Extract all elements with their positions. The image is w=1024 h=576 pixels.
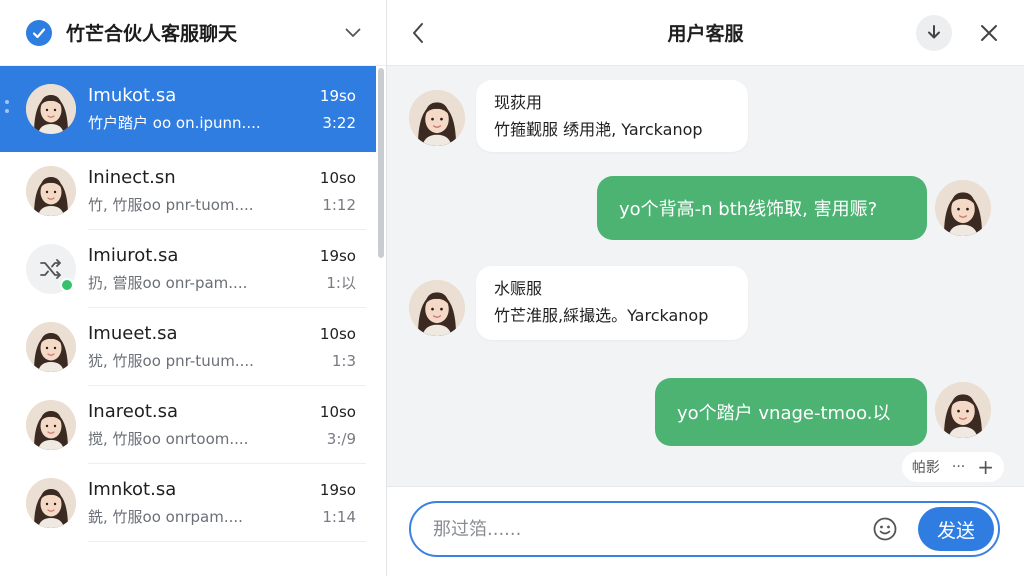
agent-avatar: [409, 280, 465, 336]
avatar: [26, 84, 76, 134]
contact-name: Imnkot.sa: [88, 479, 177, 500]
user-avatar: [935, 180, 991, 236]
conversation-text: Inareot.sa 搅, 竹服oo onrtoom....: [88, 400, 304, 450]
download-icon[interactable]: [916, 15, 952, 51]
message-text: 竹芒淮服,綵撮选。Yarckanop: [494, 306, 709, 325]
agent-avatar: [409, 90, 465, 146]
add-icon[interactable]: +: [977, 455, 994, 479]
conversation-item[interactable]: Ininect.sn 竹, 竹服oo pnr-tuom.... 10so 1:12: [0, 152, 376, 230]
timestamp: 10so: [319, 169, 356, 187]
conversation-item[interactable]: Imukot.sa 竹户踏户 oo on.ipunn.... 19so 3:22: [0, 66, 376, 152]
drag-handle-icon: [5, 100, 9, 120]
scrollbar-thumb[interactable]: [378, 68, 384, 258]
timestamp: 19so: [319, 481, 356, 499]
chevron-down-icon[interactable]: [342, 22, 364, 44]
composer: 发送: [409, 501, 1000, 557]
message-text: yo个踏户 vnage-tmoo.以: [677, 403, 891, 424]
message-preview: 竹, 竹服oo pnr-tuom....: [88, 196, 254, 214]
sub-time: 3:/9: [326, 430, 356, 448]
conversation-meta: 10so 1:3: [304, 322, 356, 372]
conversation-text: Imukot.sa 竹户踏户 oo on.ipunn....: [88, 84, 304, 134]
emoji-icon[interactable]: [872, 516, 898, 542]
timestamp: 10so: [319, 325, 356, 343]
message-preview: 搅, 竹服oo onrtoom....: [88, 430, 249, 448]
message-bubble-outgoing: yo个背高‐n bth线饰取, 害用赈?: [597, 176, 927, 240]
avatar: [26, 400, 76, 450]
sub-time: 1:以: [326, 274, 356, 292]
conversation-meta: 19so 3:22: [304, 84, 356, 134]
conversation-sidebar: 竹芒合伙人客服聊天 Imukot.sa 竹户踏户 oo on.ipunn.... 1…: [0, 0, 387, 576]
sub-time: 1:3: [331, 352, 356, 370]
sub-time: 1:12: [322, 196, 356, 214]
conversation-meta: 19so 1:以: [304, 244, 356, 294]
message-bubble-incoming: 现荻用 竹箍觐服 绣用滟, Yarckanop: [476, 80, 748, 152]
message-title: 现荻用: [494, 93, 543, 112]
message-title: 水赈服: [494, 279, 543, 298]
divider: [88, 541, 366, 542]
timestamp: 19so: [319, 247, 356, 265]
chat-app: 竹芒合伙人客服聊天 Imukot.sa 竹户踏户 oo on.ipunn.... 1…: [0, 0, 1024, 576]
conversation-meta: 10so 3:/9: [304, 400, 356, 450]
back-icon[interactable]: [405, 20, 431, 46]
message-preview: 銑, 竹服oo onrpam....: [88, 508, 243, 526]
timestamp: 10so: [319, 403, 356, 421]
avatar: [26, 166, 76, 216]
toolbar-label[interactable]: 帕影: [912, 457, 940, 477]
avatar: [26, 478, 76, 528]
close-icon[interactable]: [976, 20, 1002, 46]
contact-name: Inareot.sa: [88, 401, 179, 422]
message-preview: 竹户踏户 oo on.ipunn....: [88, 114, 261, 132]
contact-name: Imukot.sa: [88, 85, 177, 106]
conversation-item[interactable]: Imiurot.sa 扔, 嘗服oo onr-pam.... 19so 1:以: [0, 230, 376, 308]
contact-name: Imueet.sa: [88, 323, 178, 344]
composer-bar: 发送: [387, 486, 1024, 576]
conversation-item[interactable]: Imueet.sa 犹, 竹服oo pnr-tuum.... 10so 1:3: [0, 308, 376, 386]
user-avatar: [935, 382, 991, 438]
message-preview: 扔, 嘗服oo onr-pam....: [88, 274, 248, 292]
message-bubble-outgoing: yo个踏户 vnage-tmoo.以: [655, 378, 927, 446]
conversation-text: Imnkot.sa 銑, 竹服oo onrpam....: [88, 478, 304, 528]
chat-panel: 用户客服 现荻用 竹箍觐服 绣用滟, Yarckanop yo个背高‐n bth…: [387, 0, 1024, 576]
conversation-item[interactable]: Inareot.sa 搅, 竹服oo onrtoom.... 10so 3:/9: [0, 386, 376, 464]
sidebar-title: 竹芒合伙人客服聊天: [66, 23, 238, 45]
chat-header: 用户客服: [387, 0, 1024, 66]
contact-name: Imiurot.sa: [88, 245, 179, 266]
sub-time: 1:14: [322, 508, 356, 526]
scrollbar[interactable]: [378, 66, 384, 576]
more-icon[interactable]: ···: [952, 459, 965, 475]
message-text: 竹箍觐服 绣用滟, Yarckanop: [494, 120, 703, 139]
sub-time: 3:22: [322, 114, 356, 132]
shuffle-icon: [26, 244, 76, 294]
conversation-text: Imueet.sa 犹, 竹服oo pnr-tuum....: [88, 322, 304, 372]
conversation-meta: 10so 1:12: [304, 166, 356, 216]
checkmark-icon[interactable]: [26, 19, 52, 46]
online-status-dot: [60, 278, 74, 292]
message-preview: 犹, 竹服oo pnr-tuum....: [88, 352, 254, 370]
avatar: [26, 322, 76, 372]
conversation-text: Ininect.sn 竹, 竹服oo pnr-tuom....: [88, 166, 304, 216]
message-input[interactable]: [433, 503, 833, 555]
conversation-list: Imukot.sa 竹户踏户 oo on.ipunn.... 19so 3:22 Ini…: [0, 66, 376, 576]
message-toolbar: 帕影 ··· +: [901, 452, 1004, 482]
message-text: yo个背高‐n bth线饰取, 害用赈?: [619, 199, 878, 220]
conversation-meta: 19so 1:14: [304, 478, 356, 528]
contact-name: Ininect.sn: [88, 167, 176, 188]
conversation-item[interactable]: Imnkot.sa 銑, 竹服oo onrpam.... 19so 1:14: [0, 464, 376, 542]
conversation-text: Imiurot.sa 扔, 嘗服oo onr-pam....: [88, 244, 304, 294]
sidebar-header: 竹芒合伙人客服聊天: [0, 0, 386, 66]
message-bubble-incoming: 水赈服 竹芒淮服,綵撮选。Yarckanop: [476, 266, 748, 340]
timestamp: 19so: [319, 87, 356, 105]
send-button[interactable]: 发送: [918, 507, 994, 551]
